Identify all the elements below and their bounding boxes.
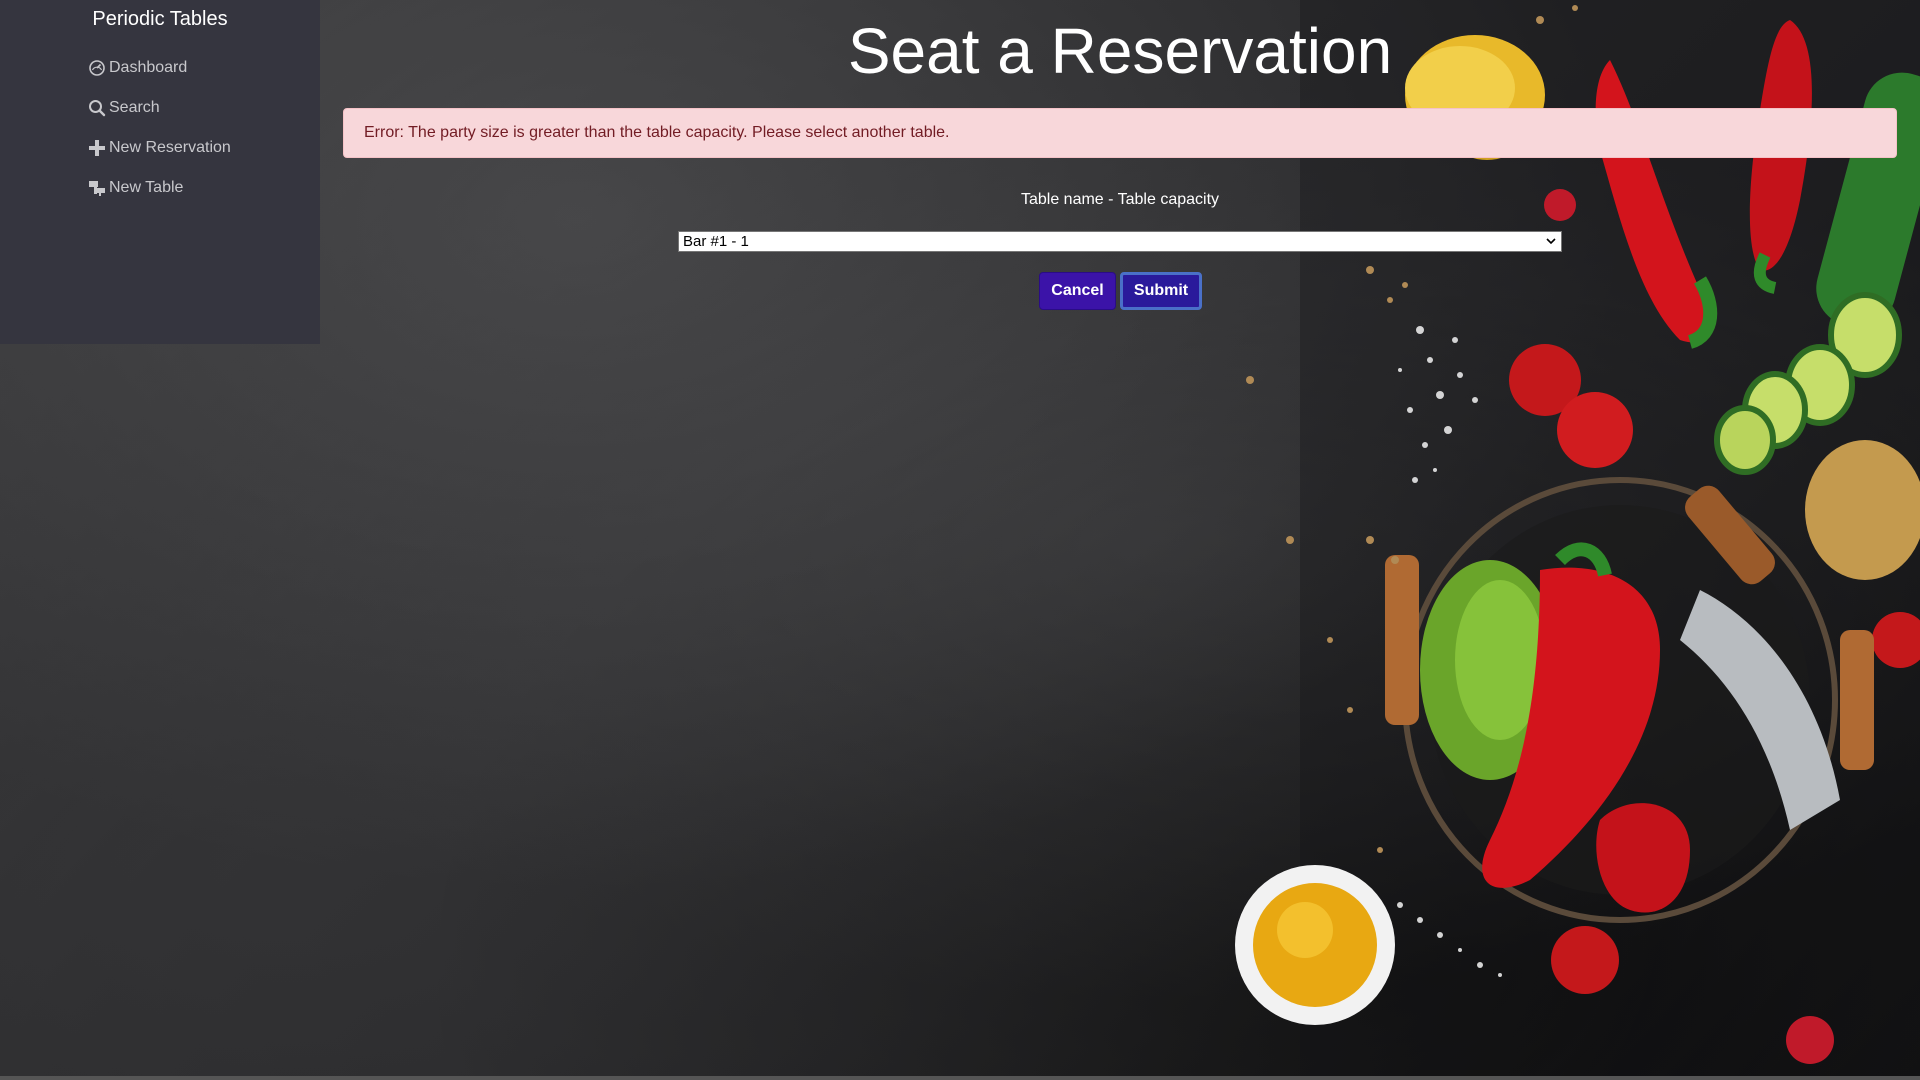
bottom-border: [0, 1076, 1920, 1080]
sidebar-item-label: New Reservation: [109, 139, 231, 156]
table-icon: [89, 181, 105, 196]
table-select-box[interactable]: Bar #1 - 1: [678, 231, 1562, 252]
sidebar-item-label: Dashboard: [109, 59, 188, 76]
dashboard-icon: [89, 60, 105, 76]
sidebar-item-dashboard[interactable]: Dashboard: [88, 48, 231, 88]
page-title: Seat a Reservation: [847, 15, 1393, 87]
error-alert: Error: The party size is greater than th…: [343, 108, 1897, 158]
sidebar-item-new-reservation[interactable]: New Reservation: [88, 128, 231, 168]
sidebar-item-label: Search: [109, 99, 160, 116]
sidebar-nav: Dashboard Search New Reservation New Tab…: [88, 48, 231, 208]
submit-button[interactable]: Submit: [1120, 272, 1202, 310]
sidebar-item-label: New Table: [109, 179, 184, 196]
table-select-value: Bar #1 - 1: [683, 233, 749, 250]
sidebar-item-search[interactable]: Search: [88, 88, 231, 128]
sidebar: Periodic Tables Dashboard Search New Res…: [0, 0, 320, 344]
table-select[interactable]: Bar #1 - 1: [678, 231, 1562, 252]
search-icon: [89, 100, 106, 117]
table-select-label: Table name - Table capacity: [1020, 191, 1220, 208]
cancel-button[interactable]: Cancel: [1039, 272, 1116, 310]
chevron-down-icon: [1546, 238, 1556, 245]
sidebar-item-new-table[interactable]: New Table: [88, 168, 231, 208]
plus-icon: [89, 140, 105, 156]
app-brand[interactable]: Periodic Tables: [0, 8, 320, 31]
